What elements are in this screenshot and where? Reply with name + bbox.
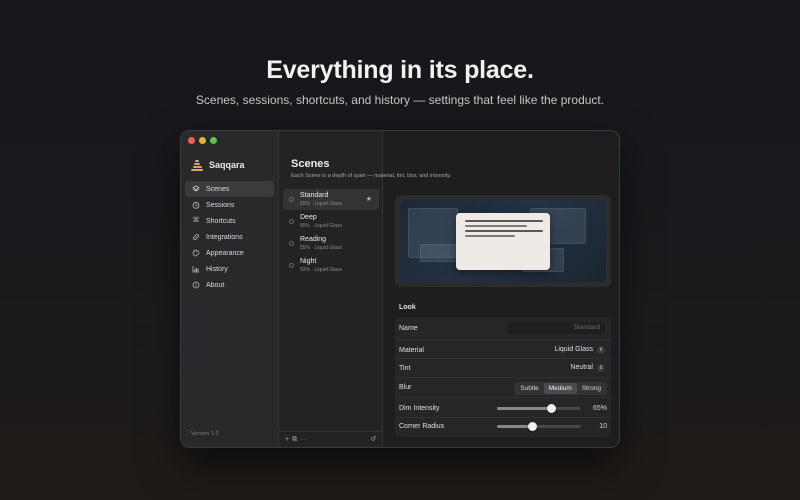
sidebar-item-integrations[interactable]: Integrations	[185, 229, 274, 245]
hero-subtitle: Scenes, sessions, shortcuts, and history…	[195, 93, 605, 107]
scene-name: Standard	[300, 192, 329, 199]
version-label: Version 1.0	[191, 431, 219, 437]
blur-label: Blur	[399, 384, 412, 391]
add-scene-button[interactable]: +	[285, 436, 289, 443]
hero-title: Everything in its place.	[266, 56, 534, 84]
more-options-button[interactable]: ···	[300, 437, 305, 443]
slider-fill	[497, 407, 552, 410]
sidebar: Saqqara Scenes Sessions ⌘ Shortcuts Inte…	[181, 131, 279, 447]
corner-radius-label: Corner Radius	[399, 423, 445, 430]
sidebar-item-label: History	[206, 265, 228, 273]
sidebar-item-appearance[interactable]: Appearance	[185, 245, 274, 261]
blur-option-subtle[interactable]: Subtle	[515, 383, 543, 394]
chart-icon	[192, 265, 200, 273]
preview-line	[465, 235, 515, 237]
dim-intensity-label: Dim Intensity	[399, 405, 440, 412]
layers-icon	[192, 185, 200, 193]
scene-name: Deep	[300, 214, 317, 221]
scene-meta: 55% · Liquid Glass	[300, 245, 342, 251]
sidebar-item-label: Integrations	[206, 233, 243, 241]
material-label: Material	[399, 347, 424, 354]
star-icon: ★	[365, 196, 372, 203]
sidebar-item-label: Appearance	[206, 249, 244, 257]
dim-intensity-slider[interactable]	[497, 404, 581, 413]
close-window-button[interactable]	[188, 137, 195, 144]
info-icon	[192, 281, 200, 289]
scene-status-dot	[289, 219, 294, 224]
preview-ghost-window	[420, 244, 458, 262]
corner-radius-value: 10	[599, 423, 607, 430]
command-icon: ⌘	[192, 217, 200, 224]
brand: Saqqara	[191, 159, 245, 171]
material-select[interactable]: Liquid Glass	[554, 346, 593, 353]
link-icon	[192, 233, 200, 241]
scene-detail-pane: Look Name Standard Material Liquid Glass…	[383, 131, 619, 447]
blur-segmented-control: Subtle Medium Strong	[514, 382, 607, 395]
duplicate-scene-button[interactable]: ⧉	[292, 436, 297, 444]
app-name: Saqqara	[209, 160, 245, 170]
sidebar-item-label: About	[206, 281, 225, 289]
preview-line	[465, 220, 543, 222]
preview-backdrop	[400, 200, 606, 282]
name-row: Name Standard	[395, 317, 611, 340]
scene-item-night[interactable]: Night 92% · Liquid Glass	[283, 255, 379, 276]
scene-meta: 92% · Liquid Glass	[300, 267, 342, 273]
app-window: Saqqara Scenes Sessions ⌘ Shortcuts Inte…	[180, 130, 620, 448]
scene-status-dot	[289, 241, 294, 246]
scene-list: Standard 65% · Liquid Glass ★ Deep 85% ·…	[283, 189, 379, 277]
scene-item-standard[interactable]: Standard 65% · Liquid Glass ★	[283, 189, 379, 210]
zoom-window-button[interactable]	[210, 137, 217, 144]
pyramid-logo-icon	[191, 159, 203, 171]
timer-icon	[192, 201, 200, 209]
sidebar-item-label: Sessions	[206, 201, 235, 209]
slider-thumb[interactable]	[547, 404, 557, 413]
sidebar-item-label: Shortcuts	[206, 217, 236, 225]
look-section-title: Look	[399, 304, 416, 311]
scene-item-reading[interactable]: Reading 55% · Liquid Glass	[283, 233, 379, 254]
corner-radius-slider[interactable]	[497, 422, 581, 431]
sidebar-item-sessions[interactable]: Sessions	[185, 197, 274, 213]
sidebar-item-shortcuts[interactable]: ⌘ Shortcuts	[185, 213, 274, 229]
dim-intensity-value: 65%	[592, 405, 607, 412]
preview-line	[465, 225, 527, 227]
dim-intensity-row: Dim Intensity 65%	[395, 398, 611, 418]
chevron-updown-icon: ⇕	[597, 346, 605, 354]
scene-meta: 65% · Liquid Glass	[300, 201, 342, 207]
page-title: Scenes	[291, 158, 330, 170]
scene-status-dot	[289, 197, 294, 202]
corner-radius-row: Corner Radius 10	[395, 418, 611, 437]
minimize-window-button[interactable]	[199, 137, 206, 144]
scene-name: Reading	[300, 236, 327, 243]
blur-option-medium[interactable]: Medium	[543, 383, 577, 394]
sidebar-item-history[interactable]: History	[185, 261, 274, 277]
scene-status-dot	[289, 263, 294, 268]
scene-list-toolbar: + ⧉ ··· ↺	[279, 431, 382, 447]
titlebar	[181, 131, 278, 149]
chevron-updown-icon: ⇕	[597, 364, 605, 372]
tint-select[interactable]: Neutral	[570, 364, 593, 371]
palette-icon	[192, 249, 200, 257]
sidebar-item-label: Scenes	[206, 185, 230, 193]
slider-fill	[497, 425, 532, 428]
scene-name-input[interactable]: Standard	[507, 322, 605, 334]
preview-card	[456, 213, 550, 270]
preview-line	[465, 230, 543, 232]
scene-preview	[395, 195, 611, 287]
scene-item-deep[interactable]: Deep 85% · Liquid Glass	[283, 211, 379, 232]
sidebar-item-scenes[interactable]: Scenes	[185, 181, 274, 197]
look-settings: Name Standard Material Liquid Glass ⇕ Ti…	[395, 317, 611, 437]
tint-label: Tint	[399, 365, 411, 372]
reset-icon[interactable]: ↺	[370, 435, 376, 443]
tint-row: Tint Neutral ⇕	[395, 359, 611, 378]
scene-meta: 85% · Liquid Glass	[300, 223, 342, 229]
slider-thumb[interactable]	[527, 422, 537, 431]
sidebar-item-about[interactable]: About	[185, 277, 274, 293]
scene-name: Night	[300, 258, 317, 265]
blur-option-strong[interactable]: Strong	[577, 383, 606, 394]
sidebar-nav: Scenes Sessions ⌘ Shortcuts Integrations	[185, 181, 274, 293]
material-row: Material Liquid Glass ⇕	[395, 340, 611, 359]
blur-row: Blur Subtle Medium Strong	[395, 378, 611, 398]
name-label: Name	[399, 325, 418, 332]
